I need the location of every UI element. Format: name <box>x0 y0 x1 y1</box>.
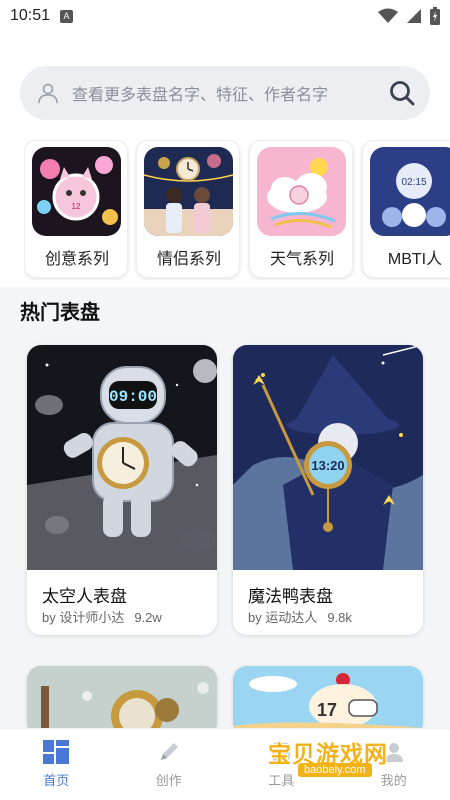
wifi-icon <box>378 8 398 23</box>
nav-label: 我的 <box>380 773 407 788</box>
grid-icon <box>43 740 70 764</box>
category-mbti-thumb: 02:15 <box>370 147 450 236</box>
dial-card-astronaut[interactable]: 09:00 太空人表盘 by 设计师小达 9.2w <box>27 345 217 635</box>
status-time: 10:51 <box>10 7 51 24</box>
category-row: 12 创意系列 情侣系列 天气系列 02:15 MBTI人 <box>24 140 450 280</box>
dial-card-steampunk[interactable] <box>27 666 217 736</box>
category-label: 创意系列 <box>44 251 109 268</box>
astronaut-clock-text: 09:00 <box>109 388 157 406</box>
search-input[interactable]: 查看更多表盘名字、特征、作者名字 <box>72 81 388 105</box>
category-mbti[interactable]: 02:15 MBTI人 <box>362 140 450 278</box>
battery-icon <box>430 7 440 25</box>
pen-icon <box>160 743 178 760</box>
category-label: MBTI人 <box>387 251 443 268</box>
category-label: 情侣系列 <box>156 251 221 268</box>
category-weather-thumb <box>257 147 346 236</box>
section-title-hot: 热门表盘 <box>20 302 100 324</box>
search-icon[interactable] <box>388 79 416 107</box>
category-label: 天气系列 <box>269 251 334 268</box>
dial-download-count: 9.2w <box>134 610 162 625</box>
dial-image-astronaut: 09:00 <box>27 345 217 570</box>
dial-meta: by 设计师小达 9.2w <box>42 607 162 626</box>
dial-card-dessert[interactable]: 17 <box>233 666 423 736</box>
magic-duck-clock-text: 13:20 <box>311 458 344 473</box>
dial-author: by 运动达人 <box>248 610 318 625</box>
category-creative-thumb: 12 <box>32 147 121 236</box>
nav-mine[interactable]: 我的 <box>338 729 450 800</box>
category-creative[interactable]: 12 创意系列 <box>24 140 128 278</box>
dial-image-magic-duck: 13:20 <box>233 345 423 570</box>
signal-icon <box>407 9 421 23</box>
dial-name: 太空人表盘 <box>42 587 127 606</box>
nav-home[interactable]: 首页 <box>0 729 113 800</box>
category-weather[interactable]: 天气系列 <box>249 140 353 278</box>
dial-image-dessert: 17 <box>233 666 423 736</box>
notification-icon: A <box>60 9 74 23</box>
dial-card-magic-duck[interactable]: 13:20 魔法鸭表盘 by 运动达人 9.8k <box>233 345 423 635</box>
user-icon <box>38 83 58 104</box>
nav-create[interactable]: 创作 <box>113 729 226 800</box>
nav-label: 工具 <box>268 773 295 788</box>
nav-label: 创作 <box>155 773 182 788</box>
svg-text:02:15: 02:15 <box>401 177 426 188</box>
dial-meta: by 运动达人 9.8k <box>248 607 352 626</box>
dial-name: 魔法鸭表盘 <box>248 587 333 606</box>
dial-image-steampunk <box>27 666 217 736</box>
dessert-clock-text: 17 <box>317 700 337 720</box>
tool-icon <box>272 743 291 761</box>
dial-author: by 设计师小达 <box>42 610 125 625</box>
bottom-nav: 首页 创作 工具 我的 <box>0 728 450 800</box>
dial-download-count: 9.8k <box>327 610 352 625</box>
svg-text:12: 12 <box>72 202 81 211</box>
category-couple[interactable]: 情侣系列 <box>136 140 240 278</box>
nav-label: 首页 <box>43 773 70 788</box>
status-bar: 10:51 A <box>0 0 450 32</box>
nav-tools[interactable]: 工具 <box>225 729 338 800</box>
search-bar[interactable]: 查看更多表盘名字、特征、作者名字 <box>20 66 430 120</box>
user-icon <box>384 743 403 762</box>
category-couple-thumb <box>144 147 233 236</box>
status-indicators <box>378 7 440 25</box>
